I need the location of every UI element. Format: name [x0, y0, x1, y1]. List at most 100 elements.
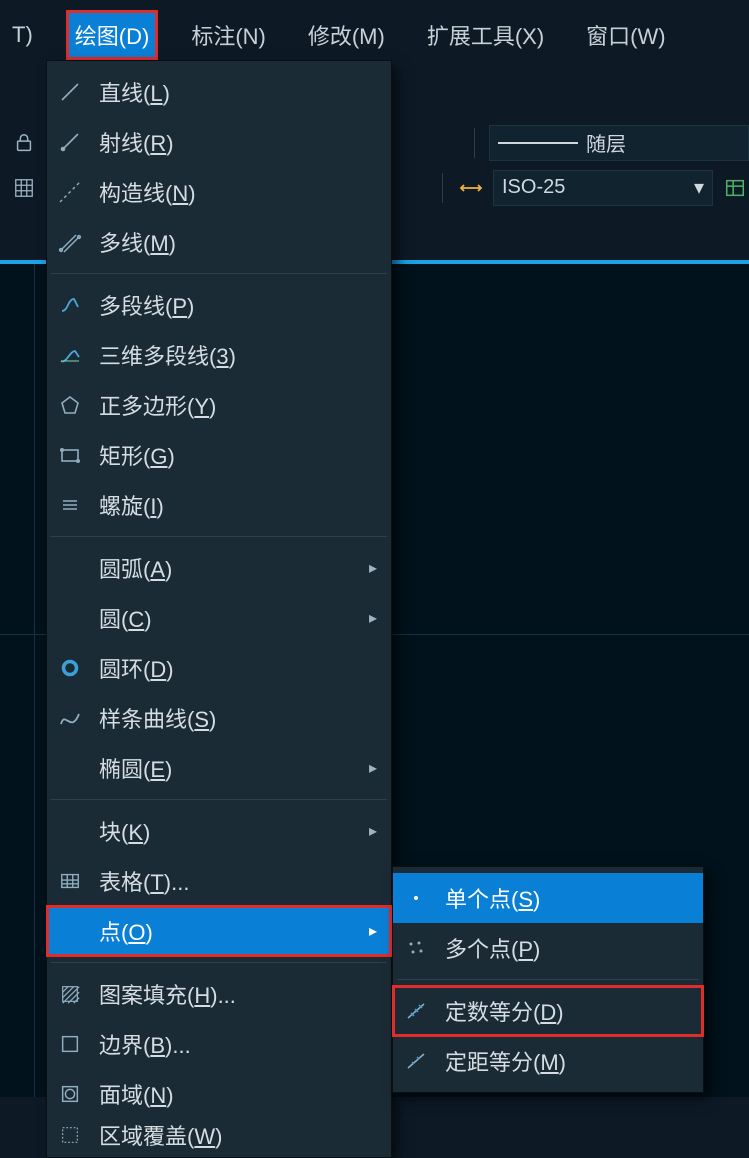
blank-icon — [55, 553, 85, 583]
menu-3dpoly[interactable]: 三维多段线(3) — [47, 330, 391, 380]
menu-donut[interactable]: 圆环(D) — [47, 643, 391, 693]
submenu-arrow-icon: ▸ — [361, 921, 377, 941]
menu-table[interactable]: 表格(T)... — [47, 856, 391, 906]
dimstyle-combo[interactable]: ISO-25 ▾ — [493, 170, 713, 206]
submenu-arrow-icon: ▸ — [361, 758, 377, 778]
chevron-down-icon: ▾ — [694, 175, 704, 200]
menu-boundary[interactable]: 边界(B)... — [47, 1019, 391, 1069]
menu-mline-label: 多线(M) — [99, 226, 377, 258]
menu-pline-label: 多段线(P) — [99, 289, 377, 321]
menu-hatch[interactable]: 图案填充(H)... — [47, 969, 391, 1019]
submenu-divide-label: 定数等分(D) — [445, 995, 689, 1027]
p3d-icon — [55, 340, 85, 370]
submenu-arrow-icon: ▸ — [361, 608, 377, 628]
menu-wipeout[interactable]: 区域覆盖(W) — [47, 1119, 391, 1151]
polygon-icon — [55, 390, 85, 420]
menu-hatch-label: 图案填充(H)... — [99, 978, 377, 1010]
submenu-multi-label: 多个点(P) — [445, 932, 689, 964]
submenu-single[interactable]: 单个点(S) — [393, 873, 703, 923]
menu-ellipse[interactable]: 椭圆(E) ▸ — [47, 743, 391, 793]
menu-helix[interactable]: 螺旋(I) — [47, 480, 391, 530]
blank-icon — [55, 916, 85, 946]
submenu-measure[interactable]: 定距等分(M) — [393, 1036, 703, 1086]
menubar-express[interactable]: 扩展工具(X) — [421, 13, 550, 57]
menu-line-label: 直线(L) — [99, 76, 377, 108]
submenu-divide[interactable]: 定数等分(D) — [393, 986, 703, 1036]
blank-icon — [55, 603, 85, 633]
blank-icon — [55, 816, 85, 846]
dim-linear-icon[interactable] — [457, 174, 485, 202]
measure-icon — [401, 1046, 431, 1076]
dimstyle-label: ISO-25 — [502, 176, 565, 199]
menu-block[interactable]: 块(K) ▸ — [47, 806, 391, 856]
menu-region[interactable]: 面域(N) — [47, 1069, 391, 1119]
grid-icon[interactable] — [10, 174, 38, 202]
menubar: T) 绘图(D) 标注(N) 修改(M) 扩展工具(X) 窗口(W) — [0, 10, 749, 60]
menu-ray-label: 射线(R) — [99, 126, 377, 158]
menubar-modify[interactable]: 修改(M) — [302, 13, 391, 57]
linetype-combo[interactable]: 随层 — [489, 125, 749, 161]
menu-spline-label: 样条曲线(S) — [99, 702, 377, 734]
table-icon — [55, 866, 85, 896]
menu-region-label: 面域(N) — [99, 1078, 377, 1110]
linetype-label: 随层 — [586, 128, 626, 157]
menu-3dpoly-label: 三维多段线(3) — [99, 339, 377, 371]
menu-rect-label: 矩形(G) — [99, 439, 377, 471]
menu-arc[interactable]: 圆弧(A) ▸ — [47, 543, 391, 593]
menu-spline[interactable]: 样条曲线(S) — [47, 693, 391, 743]
menu-circle[interactable]: 圆(C) ▸ — [47, 593, 391, 643]
menubar-prev[interactable]: T) — [6, 16, 39, 54]
submenu-multi[interactable]: 多个点(P) — [393, 923, 703, 973]
menubar-window[interactable]: 窗口(W) — [580, 13, 671, 57]
mline-icon — [55, 227, 85, 257]
divide-icon — [401, 996, 431, 1026]
menu-polygon-label: 正多边形(Y) — [99, 389, 377, 421]
donut-icon — [55, 653, 85, 683]
menu-block-label: 块(K) — [99, 815, 347, 847]
menu-pline[interactable]: 多段线(P) — [47, 280, 391, 330]
helix-icon — [55, 490, 85, 520]
menu-point[interactable]: 点(O) ▸ — [47, 906, 391, 956]
rect-icon — [55, 440, 85, 470]
menubar-draw[interactable]: 绘图(D) — [69, 13, 156, 57]
pline-icon — [55, 290, 85, 320]
point-multi-icon — [401, 933, 431, 963]
hatch-icon — [55, 979, 85, 1009]
region-icon — [55, 1079, 85, 1109]
menu-xline[interactable]: 构造线(N) — [47, 167, 391, 217]
separator — [51, 799, 387, 800]
line-sample-icon — [498, 141, 578, 145]
table-icon[interactable] — [721, 174, 749, 202]
separator — [51, 536, 387, 537]
menu-donut-label: 圆环(D) — [99, 652, 377, 684]
menu-ellipse-label: 椭圆(E) — [99, 752, 347, 784]
point-submenu: 单个点(S) 多个点(P) 定数等分(D) 定距等分(M) — [392, 866, 704, 1093]
boundary-icon — [55, 1029, 85, 1059]
menu-line[interactable]: 直线(L) — [47, 67, 391, 117]
menu-helix-label: 螺旋(I) — [99, 489, 377, 521]
wipeout-icon — [55, 1120, 85, 1150]
menu-boundary-label: 边界(B)... — [99, 1028, 377, 1060]
ray-icon — [55, 127, 85, 157]
blank-icon — [55, 753, 85, 783]
separator — [51, 273, 387, 274]
menu-polygon[interactable]: 正多边形(Y) — [47, 380, 391, 430]
line-icon — [55, 77, 85, 107]
menubar-dim[interactable]: 标注(N) — [185, 13, 272, 57]
submenu-arrow-icon: ▸ — [361, 558, 377, 578]
menu-rect[interactable]: 矩形(G) — [47, 430, 391, 480]
submenu-single-label: 单个点(S) — [445, 882, 689, 914]
separator — [397, 979, 699, 980]
menu-table-label: 表格(T)... — [99, 865, 377, 897]
point-single-icon — [401, 883, 431, 913]
separator — [51, 962, 387, 963]
menu-point-label: 点(O) — [99, 915, 347, 947]
menu-mline[interactable]: 多线(M) — [47, 217, 391, 267]
menu-arc-label: 圆弧(A) — [99, 552, 347, 584]
lock-icon[interactable] — [10, 129, 38, 157]
draw-dropdown: 直线(L) 射线(R) 构造线(N) 多线(M) 多段线(P) 三维多段线(3)… — [46, 60, 392, 1158]
menu-ray[interactable]: 射线(R) — [47, 117, 391, 167]
xline-icon — [55, 177, 85, 207]
submenu-arrow-icon: ▸ — [361, 821, 377, 841]
menu-wipeout-label: 区域覆盖(W) — [99, 1119, 377, 1151]
